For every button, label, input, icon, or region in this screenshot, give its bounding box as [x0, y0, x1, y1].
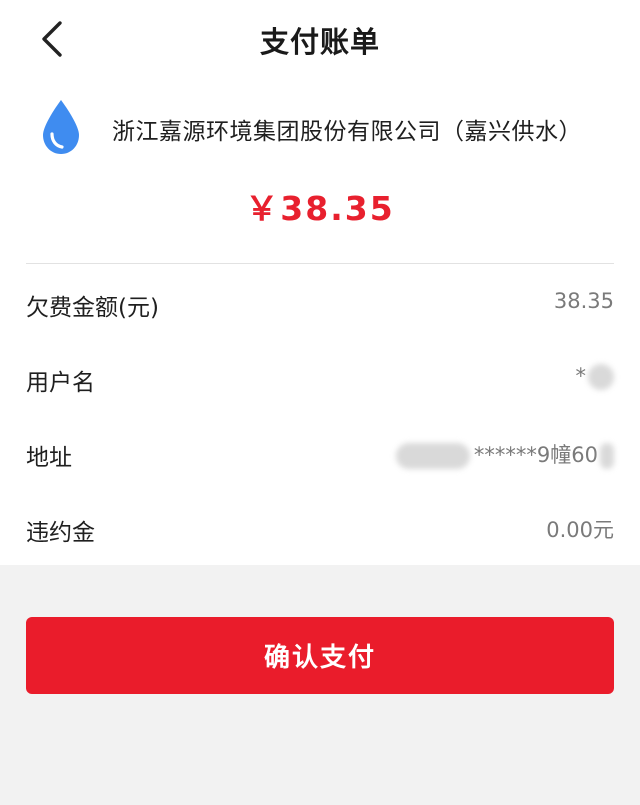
- water-drop-icon: [43, 100, 79, 154]
- detail-label: 地址: [26, 445, 72, 471]
- detail-value: *: [575, 364, 587, 388]
- privacy-blur: [395, 443, 470, 469]
- biller-info: 浙江嘉源环境集团股份有限公司（嘉兴供水）: [0, 98, 640, 158]
- detail-row-address: 地址 ******9幢60: [26, 430, 614, 474]
- detail-value: ******9幢60: [473, 443, 598, 467]
- detail-row-arrears: 欠费金额(元) 38.35: [26, 280, 614, 324]
- detail-label: 违约金: [26, 520, 95, 546]
- confirm-pay-button[interactable]: 确认支付: [26, 617, 614, 694]
- detail-value: 38.35: [553, 289, 614, 313]
- detail-value: 0.00元: [546, 518, 614, 542]
- detail-row-username: 用户名 *: [26, 355, 614, 399]
- detail-value-masked: ******9幢60: [395, 439, 614, 469]
- bill-card: 支付账单 浙江嘉源环境集团股份有限公司（嘉兴供水） ￥38.35 欠费金额(元)…: [0, 0, 640, 565]
- detail-value-masked: *: [575, 364, 614, 390]
- nav-bar: 支付账单: [0, 0, 640, 78]
- privacy-blur: [600, 443, 614, 469]
- detail-row-penalty: 违约金 0.00元: [26, 505, 614, 549]
- bill-amount: ￥38.35: [245, 189, 395, 228]
- page-title: 支付账单: [259, 25, 380, 59]
- biller-name: 浙江嘉源环境集团股份有限公司（嘉兴供水）: [112, 119, 582, 145]
- detail-label: 欠费金额(元): [26, 295, 159, 321]
- privacy-blur: [588, 364, 614, 390]
- divider: [26, 263, 614, 264]
- detail-label: 用户名: [26, 370, 95, 396]
